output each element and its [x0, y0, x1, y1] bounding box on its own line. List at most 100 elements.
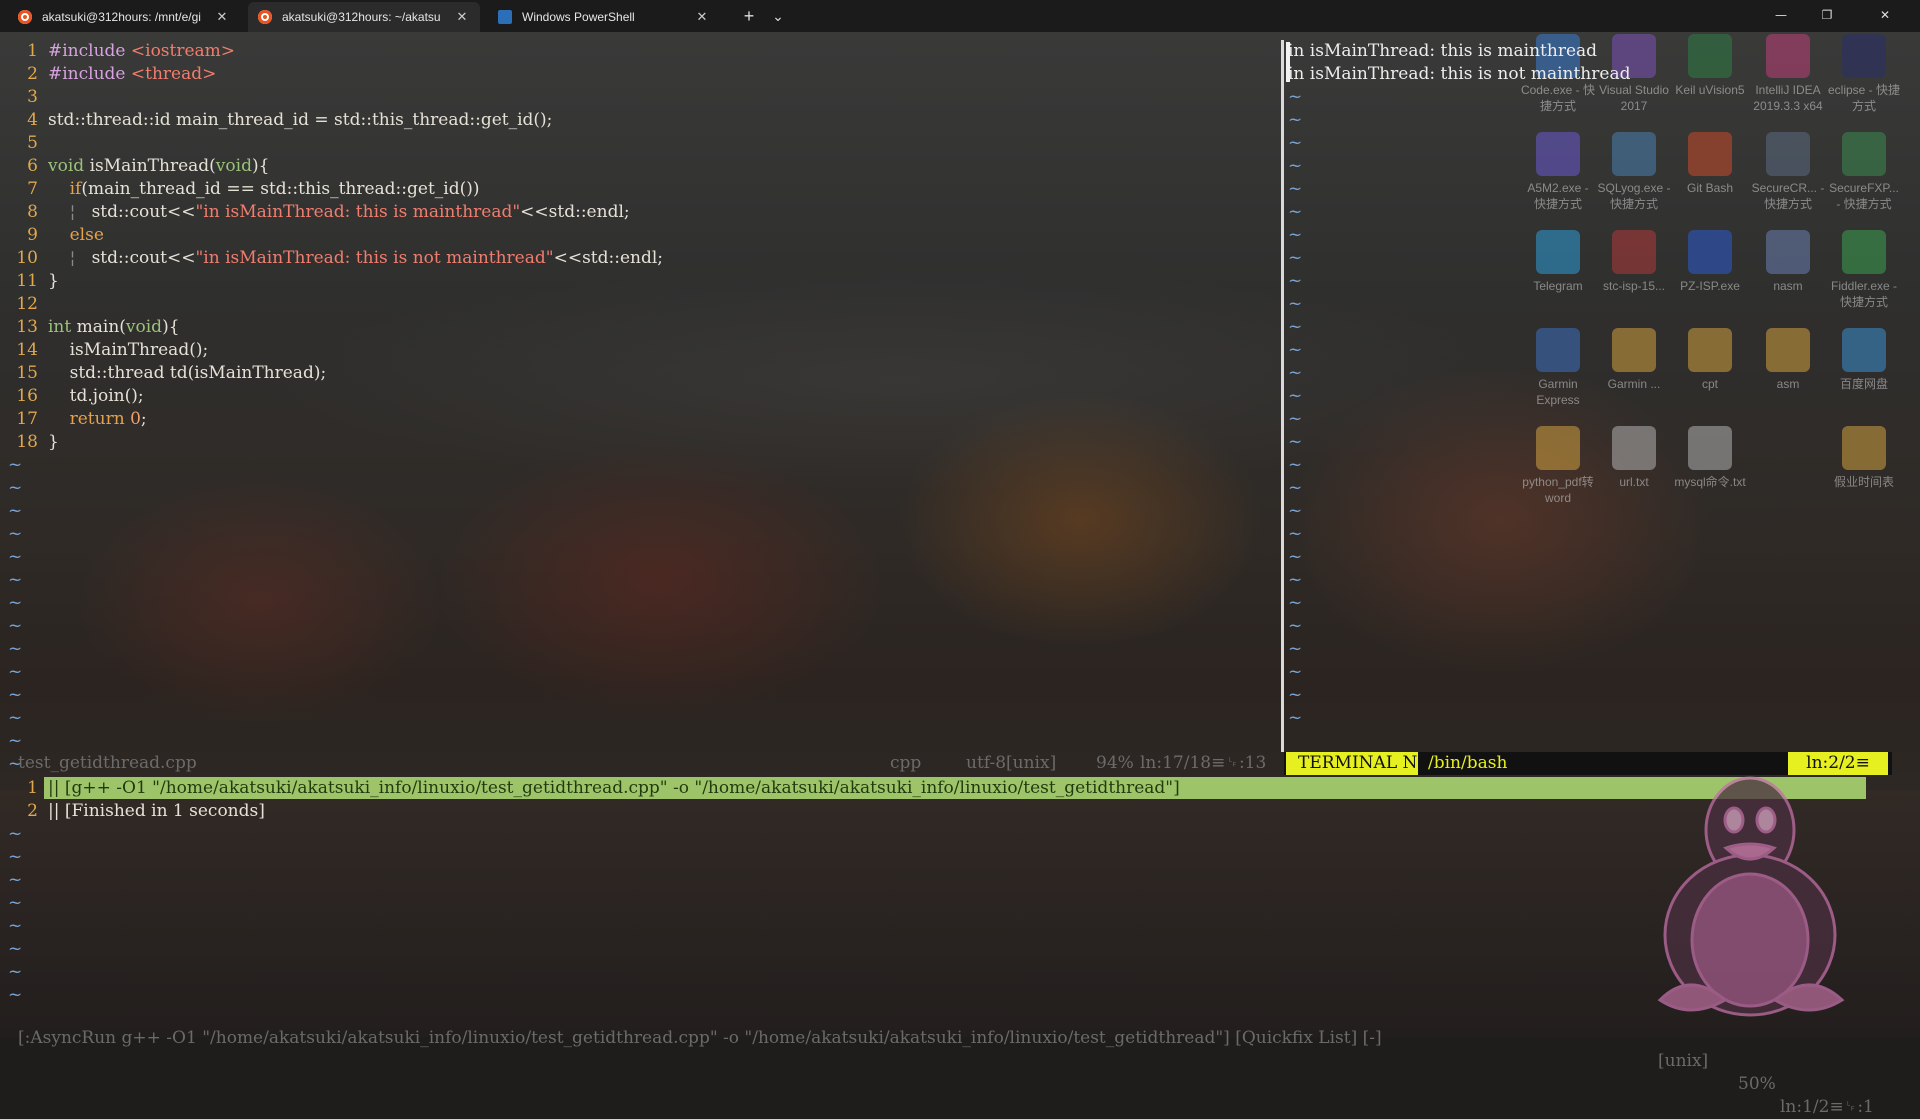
empty-line-tilde: ~	[1288, 156, 1303, 176]
shortcut-label: nasm	[1773, 279, 1803, 293]
code-line[interactable]: td.join();	[48, 385, 144, 408]
line-number: 12	[16, 294, 38, 314]
desktop-shortcut	[1750, 426, 1826, 474]
desktop-shortcut[interactable]: Git Bash	[1672, 132, 1748, 196]
shortcut-label: stc-isp-15...	[1602, 279, 1665, 293]
empty-line-tilde: ~	[1288, 524, 1303, 544]
empty-line-tilde: ~	[1288, 87, 1303, 107]
code-line[interactable]: int main(void){	[48, 316, 180, 339]
code-token: std::thread::id main_thread_id = std::th…	[48, 110, 553, 130]
close-icon[interactable]: ✕	[454, 9, 470, 25]
code-line[interactable]: isMainThread();	[48, 339, 209, 362]
shortcut-icon	[1612, 132, 1656, 176]
empty-line-tilde: ~	[1288, 593, 1303, 613]
code-line[interactable]: void isMainThread(void){	[48, 155, 269, 178]
desktop-shortcut[interactable]: eclipse - 快捷方式	[1826, 34, 1902, 114]
desktop-shortcut[interactable]: 百度网盘	[1826, 328, 1902, 392]
shortcut-icon	[1766, 34, 1810, 78]
quickfix-entry[interactable]: || [Finished in 1 seconds]	[48, 800, 265, 823]
desktop-shortcut[interactable]: Fiddler.exe - 快捷方式	[1826, 230, 1902, 310]
code-token: if	[69, 179, 82, 199]
empty-line-tilde: ~	[8, 893, 23, 913]
shortcut-icon	[1536, 426, 1580, 470]
code-line[interactable]: if(main_thread_id == std::this_thread::g…	[48, 178, 480, 201]
code-line[interactable]: }	[48, 431, 59, 454]
desktop-shortcut[interactable]: PZ-ISP.exe	[1672, 230, 1748, 294]
code-token: void	[215, 156, 252, 176]
tab-powershell[interactable]: Windows PowerShell ✕	[488, 2, 720, 32]
window-separator	[1281, 40, 1284, 752]
quickfix-entry[interactable]: || [g++ -O1 "/home/akatsuki/akatsuki_inf…	[48, 777, 1180, 800]
tab-ubuntu-1[interactable]: akatsuki@312hours: /mnt/e/gi ✕	[8, 2, 240, 32]
code-line[interactable]: return 0;	[48, 408, 147, 431]
empty-line-tilde: ~	[1288, 409, 1303, 429]
desktop-shortcut[interactable]: nasm	[1750, 230, 1826, 294]
desktop-shortcut[interactable]: Telegram	[1520, 230, 1596, 294]
new-tab-button[interactable]: +	[734, 6, 764, 26]
desktop-shortcut[interactable]: 假业时间表	[1826, 426, 1902, 490]
empty-line-tilde: ~	[1288, 432, 1303, 452]
shortcut-label: Garmin ...	[1607, 377, 1661, 391]
code-line[interactable]: std::thread td(isMainThread);	[48, 362, 327, 385]
code-line[interactable]: #include <thread>	[48, 63, 216, 86]
desktop-shortcut[interactable]: mysql命令.txt	[1672, 426, 1748, 490]
close-window-button[interactable]: ✕	[1850, 0, 1920, 32]
desktop-shortcut[interactable]: Garmin Express	[1520, 328, 1596, 408]
line-number: 14	[16, 340, 38, 360]
terminal-cursor	[1286, 42, 1290, 82]
close-icon[interactable]: ✕	[694, 9, 710, 25]
code-token: <<std::endl;	[553, 248, 664, 268]
desktop-shortcut[interactable]: asm	[1750, 328, 1826, 392]
shortcut-label: 假业时间表	[1833, 475, 1894, 489]
desktop-shortcut[interactable]: Garmin ...	[1596, 328, 1672, 392]
shortcut-label: SQLyog.exe - 快捷方式	[1597, 181, 1671, 211]
code-line[interactable]: }	[48, 270, 59, 293]
shortcut-icon	[1688, 230, 1732, 274]
maximize-button[interactable]: ❐	[1804, 0, 1850, 32]
chevron-down-icon[interactable]: ⌄	[764, 6, 792, 26]
line-number: 18	[16, 432, 38, 452]
desktop-shortcut[interactable]: A5M2.exe - 快捷方式	[1520, 132, 1596, 212]
code-token: ¦	[48, 248, 92, 268]
tab-label: akatsuki@312hours: ~/akatsu	[282, 10, 441, 24]
empty-line-tilde: ~	[1288, 340, 1303, 360]
code-line[interactable]: #include <iostream>	[48, 40, 235, 63]
ubuntu-icon	[18, 10, 32, 24]
line-number: 17	[16, 409, 38, 429]
shortcut-label: Garmin Express	[1536, 377, 1580, 407]
desktop-shortcut[interactable]: IntelliJ IDEA 2019.3.3 x64	[1750, 34, 1826, 114]
desktop-shortcut[interactable]: stc-isp-15...	[1596, 230, 1672, 294]
line-number: 10	[16, 248, 38, 268]
desktop-shortcut[interactable]: cpt	[1672, 328, 1748, 392]
empty-line-tilde: ~	[8, 962, 23, 982]
terminal-mode-text: TERMINAL	[1298, 753, 1398, 773]
line-number: 16	[16, 386, 38, 406]
code-line[interactable]: std::thread::id main_thread_id = std::th…	[48, 109, 552, 132]
desktop-shortcut[interactable]: SecureCR... - 快捷方式	[1750, 132, 1826, 212]
desktop-shortcut[interactable]: url.txt	[1596, 426, 1672, 490]
close-icon[interactable]: ✕	[214, 9, 230, 25]
status-percent: 94%	[1096, 753, 1134, 773]
code-token: void	[48, 156, 85, 176]
minimize-button[interactable]: —	[1758, 0, 1804, 32]
quickfix-line-number: 1	[27, 778, 38, 798]
desktop-shortcut[interactable]: Keil uVision5	[1672, 34, 1748, 98]
desktop-shortcut[interactable]: SecureFXP... - 快捷方式	[1826, 132, 1902, 212]
code-line[interactable]: else	[48, 224, 104, 247]
shortcut-icon	[1536, 328, 1580, 372]
line-number: 5	[27, 133, 38, 153]
empty-line-tilde: ~	[1288, 386, 1303, 406]
empty-line-tilde: ~	[1288, 662, 1303, 682]
empty-line-tilde: ~	[1288, 271, 1303, 291]
tab-ubuntu-2[interactable]: akatsuki@312hours: ~/akatsu ✕	[248, 2, 480, 32]
empty-line-tilde: ~	[1288, 110, 1303, 130]
desktop-shortcut[interactable]: SQLyog.exe - 快捷方式	[1596, 132, 1672, 212]
code-token: <<std::endl;	[520, 202, 630, 222]
code-line[interactable]: ¦ std::cout<<"in isMainThread: this is n…	[48, 247, 663, 270]
empty-line-tilde: ~	[1288, 248, 1303, 268]
code-line[interactable]: ¦ std::cout<<"in isMainThread: this is m…	[48, 201, 630, 224]
desktop-shortcut[interactable]: python_pdf转word	[1520, 426, 1596, 506]
empty-line-tilde: ~	[1288, 179, 1303, 199]
line-number: 15	[16, 363, 38, 383]
